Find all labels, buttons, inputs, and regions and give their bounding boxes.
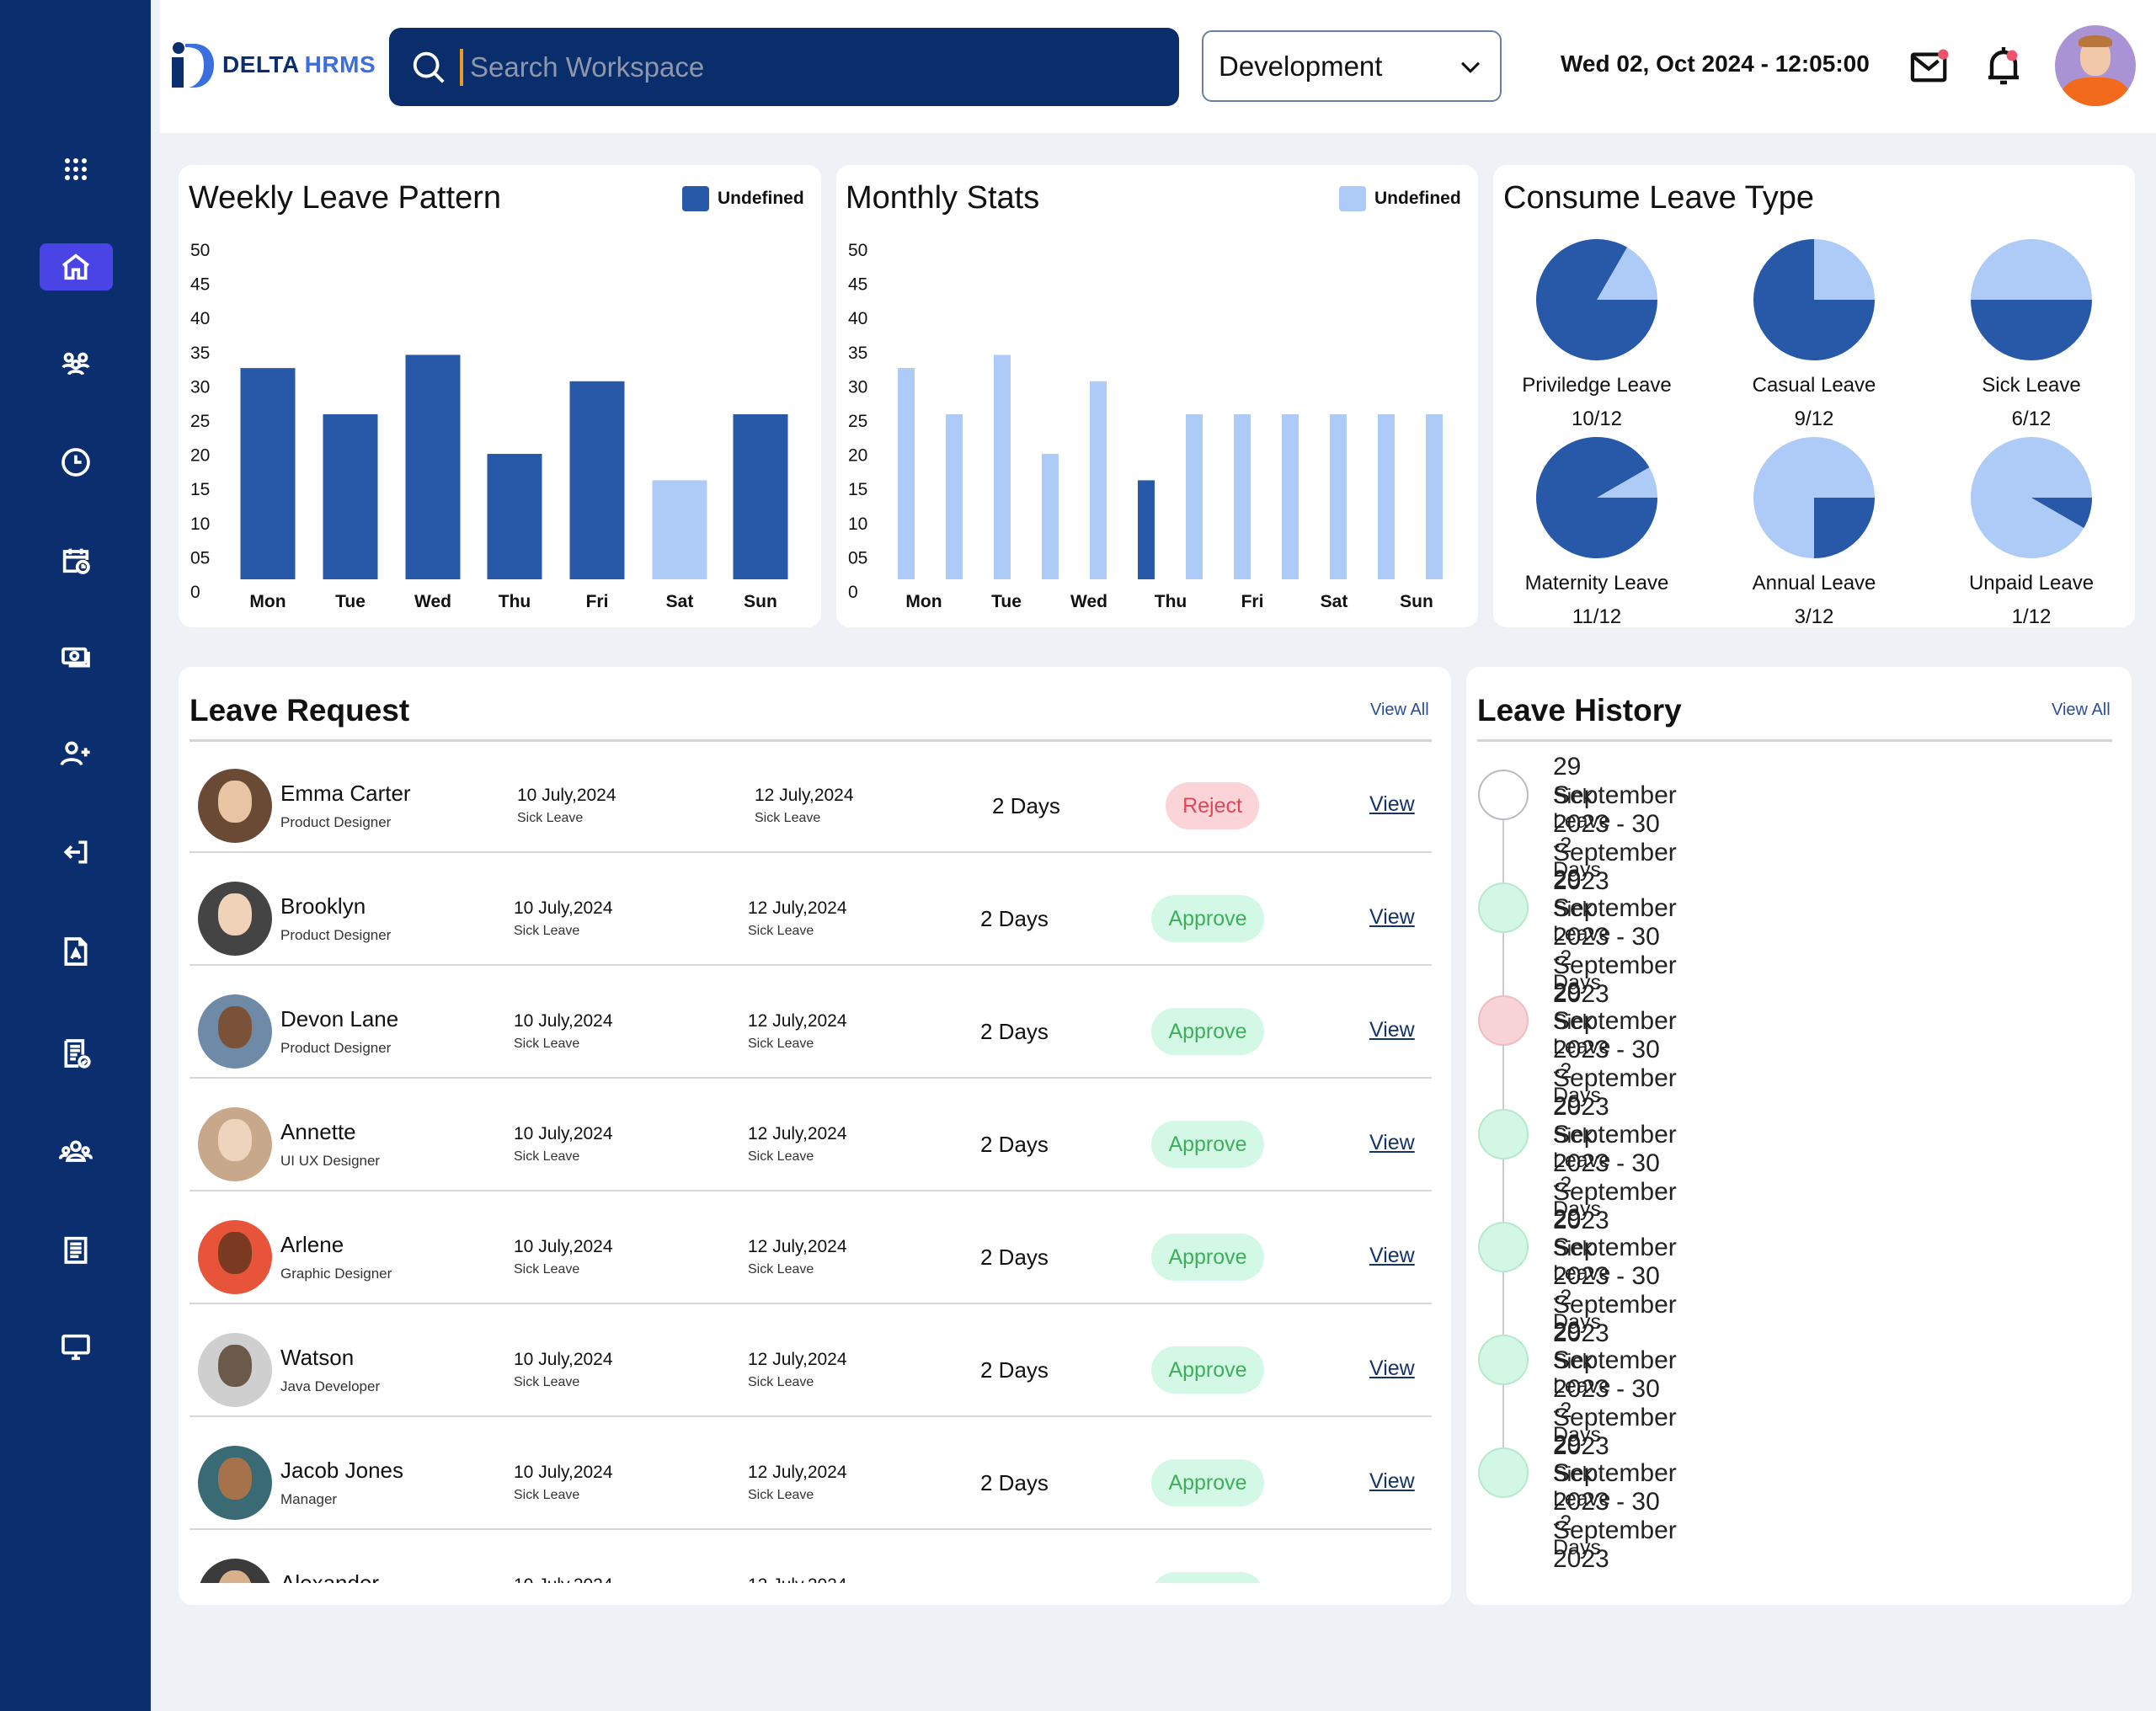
timeline-status-circle: [1478, 1335, 1529, 1385]
leave-to-type: Sick Leave: [748, 1037, 814, 1051]
employee-role: Manager: [280, 1491, 338, 1507]
leave-to-date: 12 July,2024: [748, 1011, 847, 1031]
approve-status-button[interactable]: Approve: [1151, 1346, 1264, 1394]
employee-avatar: [198, 1107, 272, 1181]
leave-to-date: 12 July,2024: [748, 1237, 847, 1256]
timeline-status-circle: [1478, 770, 1529, 820]
view-request-link[interactable]: View: [1369, 1131, 1415, 1155]
employee-role: Product Designer: [280, 927, 392, 943]
row-divider: [189, 1528, 1432, 1530]
leave-to-date: 12 July,2024: [748, 1463, 847, 1482]
leave-from-date: 10 July,2024: [517, 786, 616, 805]
leave-days: 2 Days: [980, 1132, 1049, 1157]
row-divider: [189, 1415, 1432, 1417]
reject-status-button[interactable]: Reject: [1166, 782, 1259, 829]
leave-days: 2 Days: [980, 1470, 1049, 1495]
leave-from-date: 10 July,2024: [514, 1011, 613, 1031]
employee-avatar: [198, 1333, 272, 1407]
approve-status-button[interactable]: Approve: [1151, 1121, 1264, 1168]
leave-to-date: 12 July,2024: [748, 1350, 847, 1369]
leave-from-date: 10 July,2024: [514, 1237, 613, 1256]
divider: [1477, 739, 2112, 742]
leave-days: 2 Days: [980, 906, 1049, 931]
employee-avatar: [198, 1446, 272, 1520]
view-request-link[interactable]: View: [1369, 1357, 1415, 1381]
view-request-link[interactable]: View: [1369, 792, 1415, 817]
employee-name: Devon Lane: [280, 1006, 399, 1031]
row-divider: [189, 1077, 1432, 1079]
view-request-link[interactable]: View: [1369, 905, 1415, 930]
leave-from-date: 10 July,2024: [514, 1575, 613, 1583]
leave-from-type: Sick Leave: [514, 1149, 580, 1164]
employee-role: Product Designer: [280, 814, 392, 830]
approve-status-button[interactable]: Approve: [1151, 1234, 1264, 1281]
leave-from-date: 10 July,2024: [514, 1350, 613, 1369]
leave-to-date: 12 July,2024: [748, 898, 847, 918]
row-divider: [189, 1303, 1432, 1304]
view-request-link[interactable]: View: [1369, 1018, 1415, 1042]
employee-name: Emma Carter: [280, 781, 411, 806]
employee-avatar: [198, 1220, 272, 1294]
leave-to-type: Sick Leave: [748, 1488, 814, 1502]
leave-from-date: 10 July,2024: [514, 1124, 613, 1143]
timeline-status-circle: [1478, 1109, 1529, 1159]
leave-from-type: Sick Leave: [514, 924, 580, 938]
employee-avatar: [198, 769, 272, 843]
leave-history-view-all[interactable]: View All: [2052, 701, 2111, 720]
leave-to-type: Sick Leave: [748, 1375, 814, 1389]
leave-days: 2 Days: [980, 1245, 1049, 1270]
employee-name: Annette: [280, 1119, 356, 1144]
row-divider: [189, 851, 1432, 853]
row-divider: [189, 964, 1432, 966]
employee-name: Watson: [280, 1345, 355, 1370]
leave-to-type: Sick Leave: [748, 924, 814, 938]
approve-status-button[interactable]: Approve: [1151, 895, 1264, 942]
employee-role: UI UX Designer: [280, 1153, 381, 1169]
approve-status-button[interactable]: Approve: [1151, 1459, 1264, 1506]
timeline-status-circle: [1478, 995, 1529, 1046]
leave-from-date: 10 July,2024: [514, 898, 613, 918]
leave-from-type: Sick Leave: [514, 1037, 580, 1051]
leave-from-type: Sick Leave: [517, 811, 584, 825]
approve-status-button[interactable]: Approve: [1151, 1008, 1264, 1055]
leave-from-type: Sick Leave: [514, 1488, 580, 1502]
leave-days: 2 Days: [992, 793, 1060, 818]
leave-from-type: Sick Leave: [514, 1375, 580, 1389]
employee-avatar: [198, 882, 272, 956]
employee-name: Arlene: [280, 1232, 344, 1257]
employee-name: Alexander: [280, 1570, 380, 1583]
leave-history-title: Leave History: [1477, 693, 1682, 728]
employee-role: Product Designer: [280, 1040, 392, 1056]
employee-role: Graphic Designer: [280, 1266, 392, 1282]
employee-role: Java Developer: [280, 1378, 381, 1394]
view-request-link[interactable]: View: [1369, 1244, 1415, 1268]
employee-name: Jacob Jones: [280, 1458, 403, 1483]
leave-to-type: Sick Leave: [755, 811, 821, 825]
leave-to-date: 12 July,2024: [755, 786, 854, 805]
employee-avatar: [198, 1559, 272, 1583]
leave-days: 2 Days: [980, 1019, 1049, 1044]
employee-name: Brooklyn: [280, 893, 366, 919]
timeline-status-circle: [1478, 1222, 1529, 1272]
leave-from-date: 10 July,2024: [514, 1463, 613, 1482]
history-detail: Sick Leave -2 Days: [1553, 1463, 1611, 1559]
leave-to-date: 12 July,2024: [748, 1124, 847, 1143]
timeline-status-circle: [1478, 882, 1529, 933]
leave-to-type: Sick Leave: [748, 1262, 814, 1277]
leave-days: 2 Days: [980, 1357, 1049, 1383]
row-divider: [189, 1190, 1432, 1191]
leave-from-type: Sick Leave: [514, 1262, 580, 1277]
leave-to-date: 12 July,2024: [748, 1575, 847, 1583]
employee-avatar: [198, 994, 272, 1069]
leave-to-type: Sick Leave: [748, 1149, 814, 1164]
timeline-status-circle: [1478, 1447, 1529, 1498]
view-request-link[interactable]: View: [1369, 1469, 1415, 1494]
approve-status-button[interactable]: [1151, 1572, 1264, 1583]
